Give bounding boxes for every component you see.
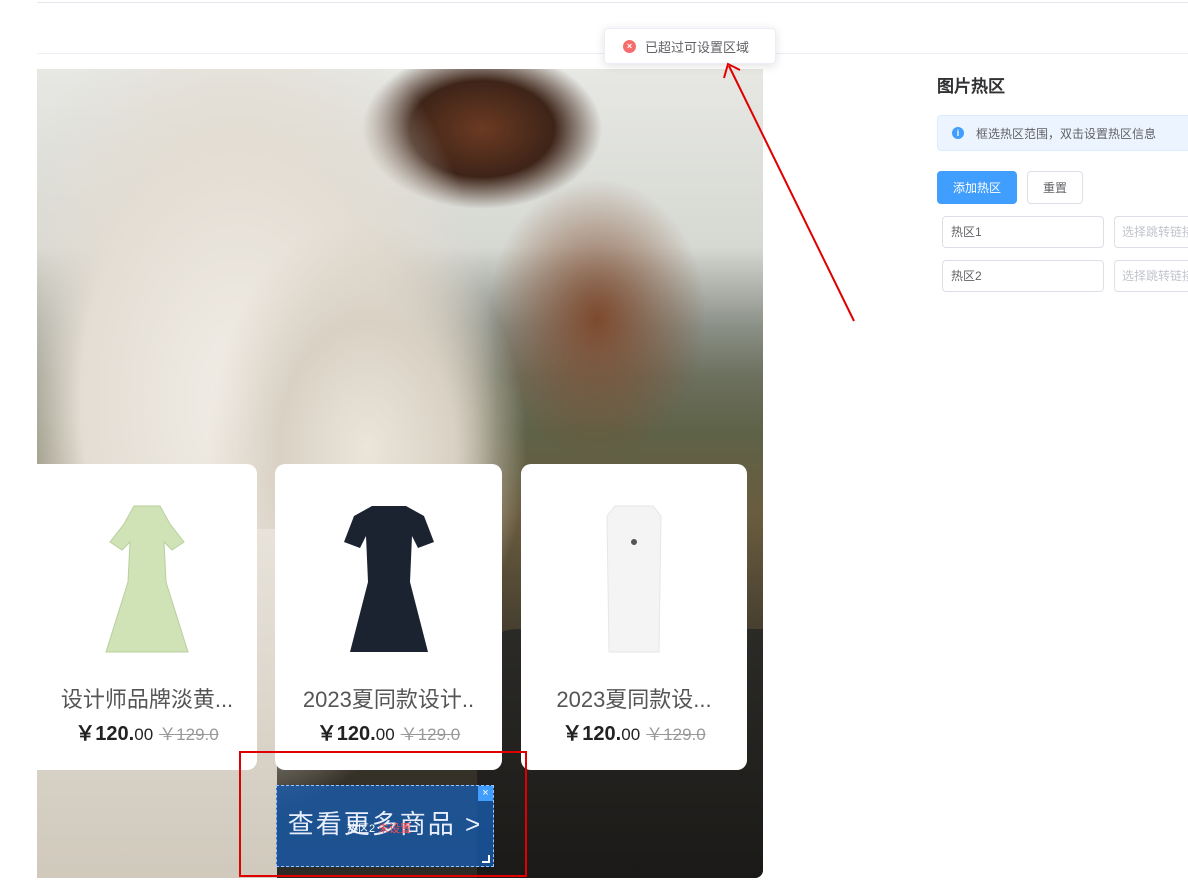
price-decimal: 00 xyxy=(621,725,641,744)
hotspot-name-input[interactable]: 热区2 xyxy=(942,260,1104,292)
original-price: ￥129.0 xyxy=(646,725,706,744)
product-name: 2023夏同款设... xyxy=(556,687,712,712)
original-price: ￥129.0 xyxy=(159,725,219,744)
info-circle-icon: i xyxy=(952,127,964,139)
price: ￥120. xyxy=(562,723,622,745)
info-alert: i 框选热区范围，双击设置热区信息 xyxy=(937,115,1188,151)
product-dress-image xyxy=(606,505,662,653)
product-dress-image xyxy=(105,505,189,653)
add-hotspot-button[interactable]: 添加热区 xyxy=(937,171,1017,204)
price: ￥120. xyxy=(316,723,376,745)
link-select[interactable]: 选择跳转链接 xyxy=(1114,260,1188,292)
product-card: 2023夏同款设... ￥120.00 ￥129.0 xyxy=(521,464,747,770)
product-dress-image xyxy=(343,506,434,652)
error-circle-icon: × xyxy=(623,39,636,53)
top-divider xyxy=(37,2,1188,3)
original-price: ￥129.0 xyxy=(400,725,461,744)
product-name: 2023夏同款设计.. xyxy=(302,687,475,712)
info-text: 框选热区范围，双击设置热区信息 xyxy=(976,126,1157,141)
product-card: 2023夏同款设计.. ￥120.00 ￥129.0 xyxy=(275,464,502,770)
price-decimal: 00 xyxy=(134,725,154,744)
hotspot-name-input[interactable]: 热区1 xyxy=(942,216,1104,248)
toast-message: 已超过可设置区域 xyxy=(645,39,750,55)
reset-button[interactable]: 重置 xyxy=(1027,171,1083,204)
price-decimal: 00 xyxy=(375,725,395,744)
price: ￥120. xyxy=(75,723,135,745)
annotation-highlight-box xyxy=(239,751,527,877)
price-row: ￥120.00 ￥129.0 xyxy=(275,717,502,746)
price-row: ￥120.00 ￥129.0 xyxy=(521,717,747,746)
error-toast: × 已超过可设置区域 xyxy=(604,28,776,64)
product-name: 设计师品牌淡黄... xyxy=(60,687,234,712)
price-row: ￥120.00 ￥129.0 xyxy=(37,717,257,746)
link-select[interactable]: 选择跳转链接 xyxy=(1114,216,1188,248)
product-card: 设计师品牌淡黄... ￥120.00 ￥129.0 xyxy=(37,464,257,770)
panel-title: 图片热区 xyxy=(937,77,1005,96)
